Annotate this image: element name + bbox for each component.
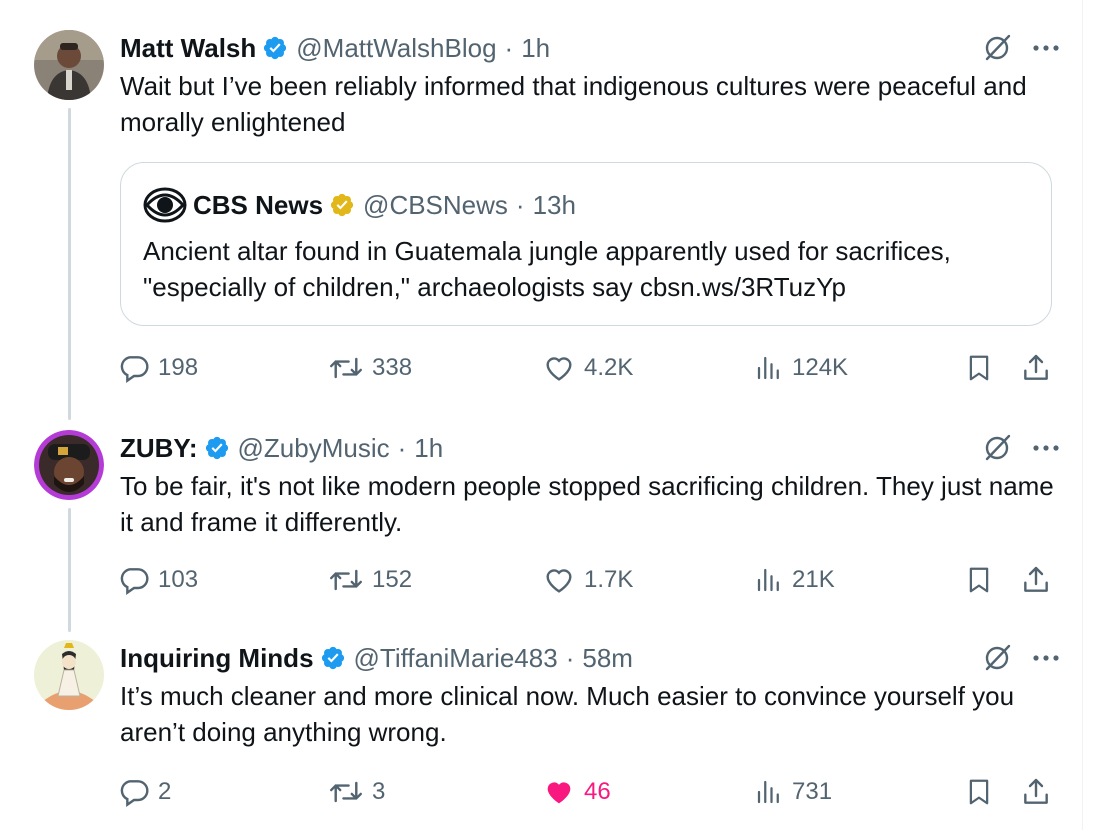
action-bar: 2 3 46 731 [118,772,1058,812]
tweet-text: To be fair, it's not like modern people … [120,471,1054,537]
reply-icon [120,356,149,383]
like-count: 4.2K [584,354,634,381]
tweet-inquiring-minds[interactable]: Inquiring Minds @TiffaniMarie483 · 58m I… [0,640,1082,820]
reply-count: 198 [158,354,199,381]
like-button[interactable]: 4.2K [542,348,633,388]
avatar[interactable] [34,30,104,100]
reply-icon [120,780,149,807]
views-button[interactable]: 21K [754,560,835,600]
share-icon[interactable] [1020,564,1052,601]
like-icon [547,782,571,804]
like-count: 1.7K [584,566,634,593]
grok-icon[interactable] [982,643,1012,673]
repost-button[interactable]: 3 [328,772,385,812]
verified-badge-icon [330,193,354,217]
like-count: 46 [584,778,611,805]
author-handle[interactable]: @TiffaniMarie483 [354,643,558,674]
like-button[interactable]: 46 [542,772,611,812]
avatar[interactable] [34,430,104,500]
author-name[interactable]: ZUBY: [120,433,198,464]
more-icon[interactable] [1032,44,1060,52]
like-icon [546,569,572,593]
author-handle[interactable]: @MattWalshBlog [296,33,496,64]
reply-button[interactable]: 198 [118,348,198,388]
thread-line [68,508,71,632]
timeline: Matt Walsh @MattWalshBlog · 1h Wait but … [0,0,1083,830]
thread-line [68,108,71,420]
verified-badge-icon [205,436,228,460]
author-handle[interactable]: @ZubyMusic [238,433,390,464]
quoted-tweet-text: Ancient altar found in Guatemala jungle … [143,236,951,302]
reply-button[interactable]: 103 [118,560,198,600]
timestamp[interactable]: 58m [582,643,633,674]
verified-badge-icon [321,646,344,670]
quoted-tweet[interactable]: CBS News @CBSNews · 13h Ancient altar fo… [120,162,1052,326]
grok-icon[interactable] [982,33,1012,63]
repost-button[interactable]: 152 [328,560,412,600]
author-name[interactable]: Matt Walsh [120,33,256,64]
repost-count: 338 [372,354,413,381]
reply-count: 2 [158,778,172,805]
quoted-timestamp: 13h [532,189,576,220]
reply-icon [120,568,149,595]
repost-button[interactable]: 338 [328,348,412,388]
tweet-zuby[interactable]: ZUBY: @ZubyMusic · 1h To be fair, it's n… [0,430,1082,600]
bookmark-icon[interactable] [964,776,994,813]
repost-icon [329,569,363,591]
quoted-author-name: CBS News [193,189,324,220]
action-bar: 198 338 4.2K 124K [118,348,1058,388]
separator: · [397,432,407,463]
reply-count: 103 [158,566,199,593]
verified-badge-icon [264,36,287,60]
grok-icon[interactable] [982,433,1012,463]
share-icon[interactable] [1020,776,1052,813]
like-icon [546,357,572,381]
separator: · [515,189,525,220]
bookmark-icon[interactable] [964,564,994,601]
tweet-matt-walsh[interactable]: Matt Walsh @MattWalshBlog · 1h Wait but … [0,30,1082,410]
view-count: 21K [792,566,835,593]
action-bar: 103 152 1.7K 21K [118,560,1058,600]
share-icon[interactable] [1020,352,1052,389]
tweet-text: It’s much cleaner and more clinical now.… [120,681,1015,747]
bookmark-icon[interactable] [964,352,994,389]
view-count: 731 [792,778,833,805]
more-icon[interactable] [1032,444,1060,452]
views-icon [757,356,779,380]
cbs-eye-icon [143,187,187,223]
tweet-text: Wait but I’ve been reliably informed tha… [120,71,1027,137]
views-button[interactable]: 731 [754,772,832,812]
repost-icon [329,357,363,379]
author-name[interactable]: Inquiring Minds [120,643,314,674]
view-count: 124K [792,354,849,381]
views-icon [757,568,779,592]
repost-count: 3 [372,778,386,805]
timestamp[interactable]: 1h [521,33,550,64]
views-button[interactable]: 124K [754,348,848,388]
quoted-author-handle: @CBSNews [363,189,508,220]
views-icon [757,780,779,804]
avatar[interactable] [34,640,104,710]
separator: · [504,32,514,63]
repost-count: 152 [372,566,413,593]
timestamp[interactable]: 1h [414,433,443,464]
reply-button[interactable]: 2 [118,772,171,812]
repost-icon [329,781,363,803]
more-icon[interactable] [1032,654,1060,662]
separator: · [565,642,575,673]
like-button[interactable]: 1.7K [542,560,633,600]
